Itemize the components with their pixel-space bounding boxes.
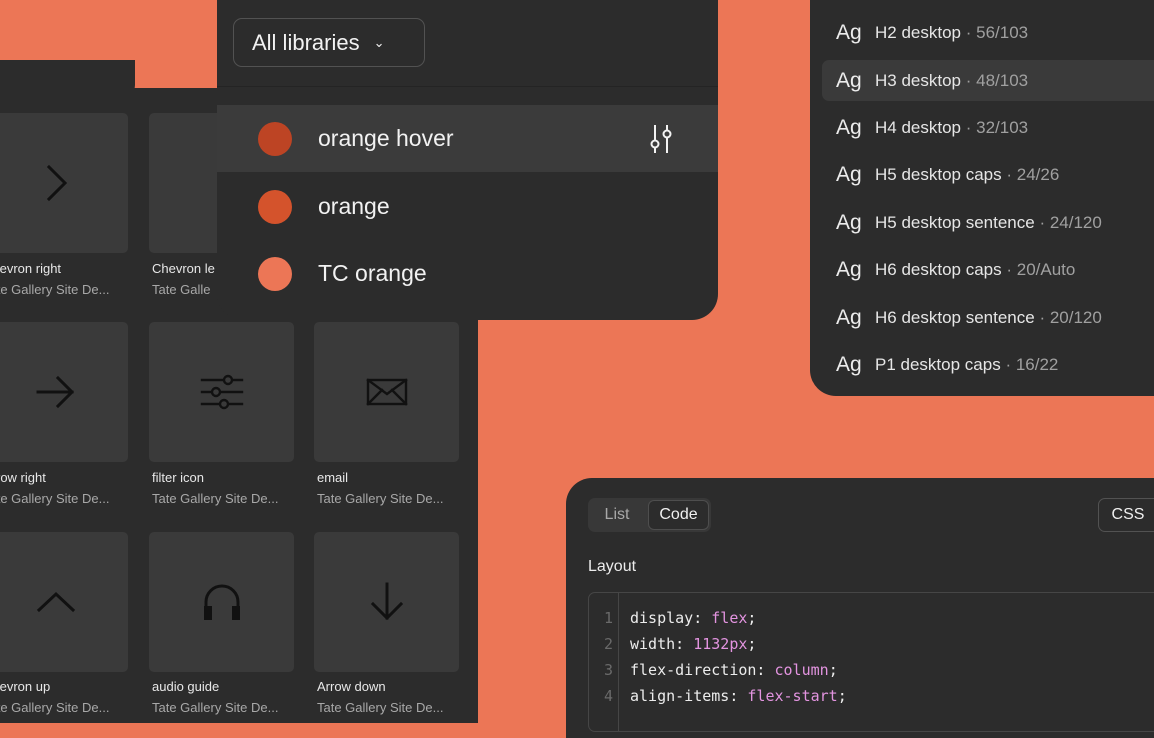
text-style-preview: Ag bbox=[836, 68, 862, 92]
css-property: flex-direction: bbox=[630, 661, 775, 679]
icon-tile[interactable] bbox=[149, 322, 294, 462]
icon-tile-library: Tate Gallery Site De... bbox=[152, 491, 279, 506]
view-mode-toggle: List Code bbox=[588, 498, 711, 532]
text-style-preview: Ag bbox=[836, 352, 862, 376]
icon-tile-library: Tate Gallery Site De... bbox=[317, 491, 444, 506]
code-inspect-panel: List Code CSS Layout 1 display: flex; 2 … bbox=[566, 478, 1154, 738]
text-style-item[interactable]: Ag H2 desktop · 56/103 bbox=[822, 12, 1154, 53]
text-style-preview: Ag bbox=[836, 162, 862, 186]
icon-tile-name: Chevron le bbox=[152, 261, 215, 276]
text-style-item[interactable]: Ag H3 desktop · 48/103 bbox=[822, 60, 1154, 101]
tab-list[interactable]: List bbox=[588, 498, 646, 532]
text-style-meta: · 48/103 bbox=[965, 70, 1029, 90]
text-style-item[interactable]: Ag H5 desktop sentence · 24/120 bbox=[822, 202, 1154, 243]
chevron-down-icon: ⌄ bbox=[373, 34, 385, 50]
color-style-label: orange hover bbox=[318, 125, 454, 151]
text-style-item[interactable]: Ag H6 desktop sentence · 20/120 bbox=[822, 297, 1154, 338]
text-style-item[interactable]: Ag H5 desktop caps · 24/26 bbox=[822, 154, 1154, 195]
line-number: 1 bbox=[603, 609, 613, 627]
headphones-icon bbox=[203, 584, 240, 620]
css-property: display: bbox=[630, 609, 712, 627]
icon-tile-name: audio guide bbox=[152, 679, 220, 694]
text-style-item[interactable]: Ag H6 desktop caps · 20/Auto bbox=[822, 249, 1154, 290]
text-style-item[interactable]: Ag H4 desktop · 32/103 bbox=[822, 107, 1154, 148]
color-style-item[interactable]: orange bbox=[217, 173, 718, 240]
text-styles-panel: Ag H2 desktop · 56/103 Ag H3 desktop · 4… bbox=[810, 0, 1154, 396]
text-style-meta: · 32/103 bbox=[965, 117, 1029, 137]
css-value: 1132px bbox=[693, 635, 748, 653]
icon-tile[interactable] bbox=[314, 322, 459, 462]
chevron-up-icon bbox=[36, 591, 75, 613]
text-style-meta: · 16/22 bbox=[1005, 354, 1059, 374]
text-style-name: H3 desktop bbox=[875, 70, 961, 90]
section-title: Layout bbox=[588, 558, 637, 575]
library-select-value: All libraries bbox=[252, 29, 360, 55]
line-number: 3 bbox=[603, 661, 613, 679]
icon-tile[interactable] bbox=[0, 113, 128, 253]
text-style-preview: Ag bbox=[836, 257, 862, 281]
text-style-preview: Ag bbox=[836, 305, 862, 329]
tab-code[interactable]: Code bbox=[648, 500, 709, 530]
text-style-item[interactable]: Ag P1 desktop caps · 16/22 bbox=[822, 344, 1154, 385]
library-menu-header: All libraries ⌄ bbox=[217, 0, 718, 87]
color-style-item[interactable]: TC orange bbox=[217, 240, 718, 307]
color-swatch bbox=[258, 256, 292, 291]
icon-tile-library: Tate Gallery Site De... bbox=[152, 700, 279, 715]
line-number: 4 bbox=[603, 687, 613, 705]
icon-tile-library: Tate Gallery Site De... bbox=[0, 700, 110, 715]
icon-tile[interactable] bbox=[149, 532, 294, 672]
icon-tile-name: email bbox=[317, 470, 349, 485]
color-swatch bbox=[258, 121, 292, 156]
library-select[interactable]: All libraries ⌄ bbox=[233, 18, 425, 67]
text-style-meta: · 20/120 bbox=[1039, 307, 1102, 327]
icon-tile[interactable] bbox=[0, 322, 128, 462]
css-property: width: bbox=[630, 635, 694, 653]
email-icon bbox=[365, 378, 408, 406]
icon-tile-library: Tate Gallery Site De... bbox=[0, 282, 110, 297]
css-value: column bbox=[774, 661, 829, 679]
arrow-right-icon bbox=[36, 375, 74, 409]
icon-tile-name: filter icon bbox=[152, 470, 205, 485]
color-style-label: orange bbox=[318, 193, 390, 219]
text-style-preview: Ag bbox=[836, 115, 862, 139]
library-color-menu: All libraries ⌄ orange hover orange TC o… bbox=[217, 0, 718, 320]
css-value: flex bbox=[711, 609, 748, 627]
icon-tile[interactable] bbox=[314, 532, 459, 672]
text-style-preview: Ag bbox=[836, 210, 862, 234]
text-style-name: H4 desktop bbox=[875, 117, 961, 137]
color-style-label: TC orange bbox=[318, 260, 427, 286]
css-property: align-items: bbox=[630, 687, 748, 705]
language-select[interactable]: CSS bbox=[1098, 498, 1154, 532]
arrow-down-icon bbox=[370, 582, 403, 621]
icon-tile-name: Arrow down bbox=[317, 679, 386, 694]
text-style-meta: · 24/26 bbox=[1006, 164, 1060, 184]
text-style-meta: · 24/120 bbox=[1039, 212, 1102, 232]
css-value: flex-start bbox=[747, 687, 838, 705]
filter-icon bbox=[200, 374, 243, 410]
text-style-preview: Ag bbox=[836, 20, 862, 44]
text-style-name: H2 desktop bbox=[875, 22, 961, 42]
icon-tile-library: Tate Gallery Site De... bbox=[0, 491, 110, 506]
code-gutter-divider bbox=[618, 592, 619, 732]
color-style-item[interactable]: orange hover bbox=[217, 105, 718, 172]
chevron-right-icon bbox=[46, 164, 67, 202]
icon-tile-library: Tate Gallery Site De... bbox=[317, 700, 444, 715]
text-style-name: H5 desktop sentence bbox=[875, 212, 1035, 232]
icon-tile-name: Arrow right bbox=[0, 470, 46, 485]
text-style-name: H6 desktop sentence bbox=[875, 307, 1035, 327]
icon-tile[interactable] bbox=[0, 532, 128, 672]
text-style-name: P1 desktop caps bbox=[875, 354, 1001, 374]
adjust-style-icon[interactable] bbox=[647, 123, 675, 155]
icon-tile-name: Chevron up bbox=[0, 679, 51, 694]
text-style-name: H6 desktop caps bbox=[875, 259, 1002, 279]
text-style-name: H5 desktop caps bbox=[875, 164, 1002, 184]
text-style-meta: · 20/Auto bbox=[1006, 259, 1076, 279]
icon-tile-name: Chevron right bbox=[0, 261, 62, 276]
icon-tile-library: Tate Galle bbox=[152, 282, 211, 297]
line-number: 2 bbox=[603, 635, 613, 653]
text-style-meta: · 56/103 bbox=[965, 22, 1029, 42]
color-swatch bbox=[258, 189, 292, 224]
